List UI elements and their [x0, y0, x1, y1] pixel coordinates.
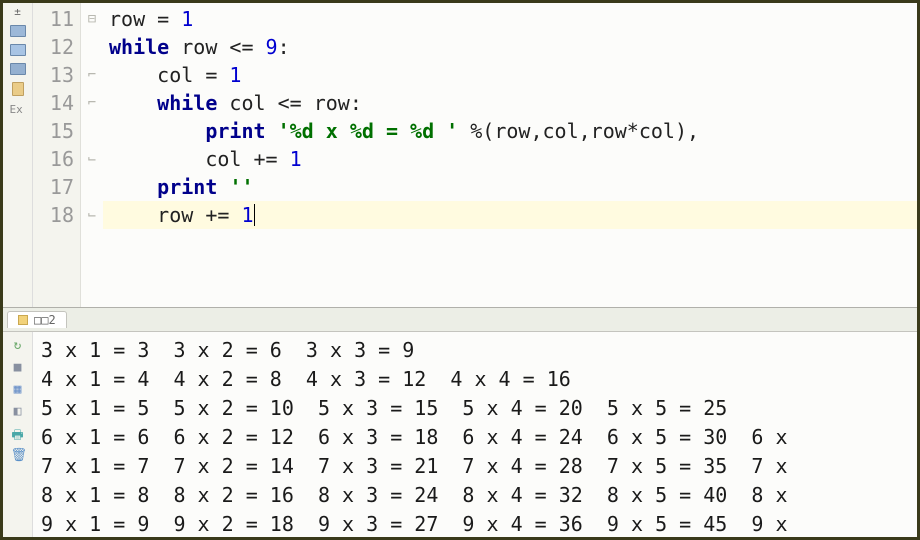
- line-number: 15: [33, 117, 74, 145]
- line-number: 18: [33, 201, 74, 229]
- text-token: :: [278, 35, 290, 59]
- console-icon-gutter: ↻ ■ ▦ ◧ 🖶 🗑: [3, 332, 33, 537]
- fold-spacer: [81, 117, 103, 145]
- line-number: 12: [33, 33, 74, 61]
- pin-icon[interactable]: ◧: [11, 404, 25, 418]
- keyword-token: while: [157, 91, 217, 115]
- console-output[interactable]: 3 x 1 = 3 3 x 2 = 6 3 x 3 = 9 4 x 1 = 4 …: [33, 332, 917, 537]
- string-token: '': [229, 175, 253, 199]
- line-number-gutter: 1112131415161718: [33, 3, 81, 307]
- trash-icon[interactable]: 🗑: [11, 448, 25, 462]
- number-token: 1: [181, 7, 193, 31]
- file-icon[interactable]: [10, 44, 26, 56]
- console-line: 4 x 1 = 4 4 x 2 = 8 4 x 3 = 12 4 x 4 = 1…: [41, 365, 909, 394]
- keyword-token: print: [205, 119, 265, 143]
- fold-marker-icon[interactable]: ⌐: [81, 89, 103, 117]
- fold-gutter: ⊟ ⌐⌐ ⌙ ⌙: [81, 3, 103, 307]
- fold-marker-icon[interactable]: ⊟: [81, 5, 103, 33]
- fold-spacer: [81, 33, 103, 61]
- text-token: [109, 91, 157, 115]
- text-token: [109, 175, 157, 199]
- structure-icon[interactable]: [10, 63, 26, 75]
- tab-swatch-icon: [18, 315, 28, 325]
- favorites-icon[interactable]: [12, 82, 24, 96]
- keyword-token: while: [109, 35, 169, 59]
- number-token: 1: [290, 147, 302, 171]
- text-token: row <=: [169, 35, 265, 59]
- line-number: 14: [33, 89, 74, 117]
- console-line: 7 x 1 = 7 7 x 2 = 14 7 x 3 = 21 7 x 4 = …: [41, 452, 909, 481]
- console-line: 9 x 1 = 9 9 x 2 = 18 9 x 3 = 27 9 x 4 = …: [41, 510, 909, 537]
- fold-marker-icon[interactable]: ⌙: [81, 145, 103, 173]
- fold-marker-icon[interactable]: ⌙: [81, 201, 103, 229]
- code-line[interactable]: while row <= 9:: [103, 33, 917, 61]
- code-line[interactable]: while col <= row:: [103, 89, 917, 117]
- number-token: 9: [266, 35, 278, 59]
- text-token: col <= row:: [217, 91, 362, 115]
- layout-icon[interactable]: ▦: [11, 382, 25, 396]
- code-line[interactable]: col += 1: [103, 145, 917, 173]
- run-tab-label: □□2: [34, 313, 56, 327]
- run-tab-bar: □□2: [3, 308, 917, 332]
- line-number: 13: [33, 61, 74, 89]
- code-editor[interactable]: row = 1while row <= 9: col = 1 while col…: [103, 3, 917, 307]
- editor-pane: ± Ex 1112131415161718 ⊟⌐⌐⌙⌙ row = 1while…: [3, 3, 917, 308]
- text-caret: [254, 204, 255, 226]
- line-number: 17: [33, 173, 74, 201]
- console-line: 3 x 1 = 3 3 x 2 = 6 3 x 3 = 9: [41, 336, 909, 365]
- code-line[interactable]: col = 1: [103, 61, 917, 89]
- print-icon[interactable]: 🖶: [11, 426, 25, 440]
- text-token: [266, 119, 278, 143]
- stop-icon[interactable]: ■: [11, 360, 25, 374]
- text-token: [109, 119, 205, 143]
- console-line: 6 x 1 = 6 6 x 2 = 12 6 x 3 = 18 6 x 4 = …: [41, 423, 909, 452]
- number-token: 1: [229, 63, 241, 87]
- console-line: 5 x 1 = 5 5 x 2 = 10 5 x 3 = 15 5 x 4 = …: [41, 394, 909, 423]
- number-token: 1: [241, 203, 253, 227]
- code-line[interactable]: row = 1: [103, 5, 917, 33]
- fold-spacer: [81, 173, 103, 201]
- text-token: row +=: [109, 203, 241, 227]
- code-line[interactable]: print '': [103, 173, 917, 201]
- text-token: row =: [109, 7, 181, 31]
- code-line[interactable]: row += 1: [103, 201, 917, 229]
- line-number: 16: [33, 145, 74, 173]
- line-number: 11: [33, 5, 74, 33]
- code-line[interactable]: print '%d x %d = %d ' %(row,col,row*col)…: [103, 117, 917, 145]
- plus-minus-icon[interactable]: ±: [14, 5, 21, 18]
- rerun-icon[interactable]: ↻: [11, 338, 25, 352]
- editor-icon-gutter: ± Ex: [3, 3, 33, 307]
- text-token: [217, 175, 229, 199]
- text-token: col +=: [109, 147, 290, 171]
- text-token: col =: [109, 63, 229, 87]
- file-icon[interactable]: [10, 25, 26, 37]
- console-pane: ↻ ■ ▦ ◧ 🖶 🗑 3 x 1 = 3 3 x 2 = 6 3 x 3 = …: [3, 332, 917, 537]
- fold-marker-icon[interactable]: ⌐: [81, 61, 103, 89]
- text-token: %(row,col,row*col),: [458, 119, 699, 143]
- ide-frame: ± Ex 1112131415161718 ⊟⌐⌐⌙⌙ row = 1while…: [0, 0, 920, 540]
- console-line: 8 x 1 = 8 8 x 2 = 16 8 x 3 = 24 8 x 4 = …: [41, 481, 909, 510]
- external-label: Ex: [10, 103, 26, 115]
- run-tab[interactable]: □□2: [7, 311, 67, 328]
- string-token: '%d x %d = %d ': [278, 119, 459, 143]
- keyword-token: print: [157, 175, 217, 199]
